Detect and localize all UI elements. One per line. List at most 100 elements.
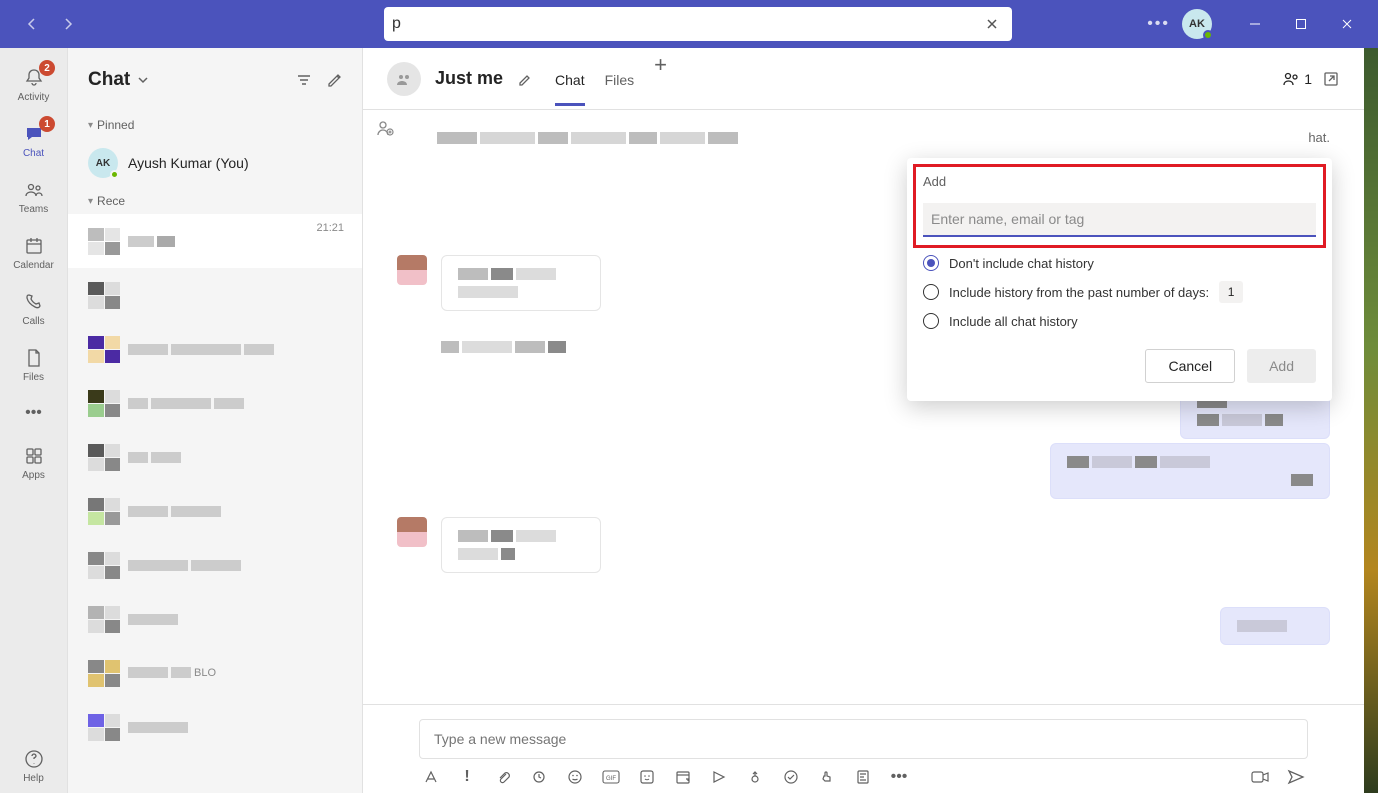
teams-icon: [24, 178, 44, 202]
search-input[interactable]: [392, 15, 980, 33]
days-input[interactable]: 1: [1219, 281, 1243, 303]
recent-section[interactable]: ▾ Rece: [68, 188, 362, 214]
radio-icon: [923, 313, 939, 329]
option-label: Include all chat history: [949, 314, 1078, 329]
recent-chat-item[interactable]: [68, 484, 362, 538]
emoji-icon[interactable]: [565, 767, 585, 787]
approval-icon[interactable]: [781, 767, 801, 787]
chat-list-title: Chat: [88, 69, 130, 91]
recent-chat-item[interactable]: [68, 322, 362, 376]
add-people-popover: Add Don't include chat history Include h…: [907, 158, 1332, 401]
stream-icon[interactable]: [709, 767, 729, 787]
tab-files[interactable]: Files: [605, 52, 635, 106]
rail-help[interactable]: Help: [0, 737, 67, 793]
recent-chat-item[interactable]: [68, 268, 362, 322]
redacted-text: [128, 560, 342, 571]
redacted-text: [128, 722, 342, 733]
rail-label: Calendar: [13, 260, 54, 271]
add-people-input[interactable]: [923, 203, 1316, 237]
important-icon[interactable]: !: [457, 767, 477, 787]
format-icon[interactable]: [421, 767, 441, 787]
search-box[interactable]: [384, 7, 1012, 41]
cancel-button[interactable]: Cancel: [1145, 349, 1235, 383]
pinned-section[interactable]: ▾ Pinned: [68, 112, 362, 138]
message-avatar: [397, 517, 427, 547]
new-chat-button[interactable]: [326, 72, 342, 88]
compose-toolbar: ! GIF •••: [419, 759, 1308, 787]
minimize-button[interactable]: [1232, 8, 1278, 40]
option-label: Include history from the past number of …: [949, 285, 1209, 300]
popout-button[interactable]: [1322, 70, 1340, 88]
main-content: 2 Activity 1 Chat Teams Calendar: [0, 48, 1378, 793]
caret-down-icon: ▾: [88, 196, 93, 207]
recent-chat-item[interactable]: BLO: [68, 646, 362, 700]
sticker-icon[interactable]: [637, 767, 657, 787]
compose-input[interactable]: [434, 731, 1293, 747]
rail-calendar[interactable]: Calendar: [0, 224, 67, 280]
praise-icon[interactable]: [817, 767, 837, 787]
send-icon[interactable]: [1286, 767, 1306, 787]
add-tab-button[interactable]: +: [654, 52, 667, 106]
message-bubble: [1220, 607, 1330, 645]
redacted-content: [437, 132, 1302, 144]
rail-activity[interactable]: 2 Activity: [0, 56, 67, 112]
user-avatar[interactable]: AK: [1182, 9, 1212, 39]
popover-buttons: Cancel Add: [923, 349, 1316, 383]
close-button[interactable]: [1324, 8, 1370, 40]
maximize-button[interactable]: [1278, 8, 1324, 40]
video-clip-icon[interactable]: [1250, 767, 1270, 787]
loop-icon[interactable]: [529, 767, 549, 787]
redacted-avatar: [88, 498, 120, 525]
attach-icon[interactable]: [493, 767, 513, 787]
chat-timestamp: 21:21: [316, 222, 344, 234]
back-button[interactable]: [16, 8, 48, 40]
rail-apps[interactable]: Apps: [0, 434, 67, 490]
rail-files[interactable]: Files: [0, 336, 67, 392]
add-people-inline-icon[interactable]: [375, 118, 395, 138]
rail-calls[interactable]: Calls: [0, 280, 67, 336]
file-icon: [24, 346, 44, 370]
chat-list-actions: [296, 72, 342, 88]
pinned-chat-item[interactable]: AK Ayush Kumar (You): [68, 138, 362, 188]
redacted-avatar: [88, 660, 120, 687]
recent-chat-item[interactable]: 21:21: [68, 214, 362, 268]
recent-chat-item[interactable]: [68, 538, 362, 592]
forward-button[interactable]: [52, 8, 84, 40]
conversation-title: Just me: [435, 68, 503, 89]
history-option-days[interactable]: Include history from the past number of …: [923, 281, 1316, 303]
presence-available-icon: [1203, 30, 1213, 40]
recent-chat-item[interactable]: [68, 700, 362, 754]
titlebar-right: ••• AK: [1147, 8, 1370, 40]
tab-chat[interactable]: Chat: [555, 52, 585, 106]
titlebar: ••• AK: [0, 0, 1378, 48]
more-icon[interactable]: •••: [889, 767, 909, 787]
redacted-text: [128, 452, 342, 463]
rail-more-button[interactable]: •••: [25, 392, 42, 434]
svg-text:GIF: GIF: [606, 776, 616, 782]
viva-icon[interactable]: [745, 767, 765, 787]
history-option-none[interactable]: Don't include chat history: [923, 255, 1316, 271]
schedule-icon[interactable]: [673, 767, 693, 787]
history-options: Don't include chat history Include histo…: [923, 255, 1316, 329]
message-right: [397, 443, 1330, 499]
polls-icon[interactable]: [853, 767, 873, 787]
recent-chat-item[interactable]: [68, 430, 362, 484]
recent-chat-item[interactable]: [68, 592, 362, 646]
participants-button[interactable]: 1: [1282, 70, 1312, 88]
rail-teams[interactable]: Teams: [0, 168, 67, 224]
recent-chat-item[interactable]: [68, 376, 362, 430]
search-clear-button[interactable]: [980, 12, 1004, 36]
filter-button[interactable]: [296, 72, 312, 88]
edit-name-button[interactable]: [517, 71, 533, 87]
history-option-all[interactable]: Include all chat history: [923, 313, 1316, 329]
rail-chat[interactable]: 1 Chat: [0, 112, 67, 168]
redacted-avatar: [88, 282, 120, 309]
avatar-initials: AK: [96, 158, 110, 169]
rail-label: Apps: [22, 470, 45, 481]
message-bubble: [441, 255, 601, 311]
compose-box[interactable]: [419, 719, 1308, 759]
message-right: [397, 607, 1330, 645]
chevron-down-icon[interactable]: [136, 73, 150, 87]
gif-icon[interactable]: GIF: [601, 767, 621, 787]
settings-menu-button[interactable]: •••: [1147, 15, 1170, 33]
